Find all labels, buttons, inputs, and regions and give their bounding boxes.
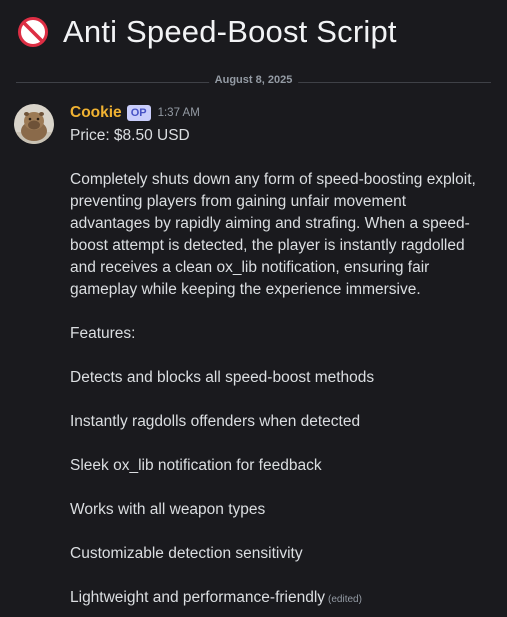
feature-item: Detects and blocks all speed-boost metho… <box>70 369 375 386</box>
capybara-avatar-image <box>14 104 54 144</box>
feature-item: Works with all weapon types <box>70 501 266 518</box>
feature-item-text: Lightweight and performance-friendly <box>70 589 326 606</box>
date-divider-label: August 8, 2025 <box>208 74 299 86</box>
thread-title: Anti Speed-Boost Script <box>63 14 397 49</box>
feature-item-last: Lightweight and performance-friendly (edi… <box>70 587 490 611</box>
op-badge: OP <box>126 105 151 121</box>
feature-item: Customizable detection sensitivity <box>70 545 303 562</box>
price-text: Price: $8.50 USD <box>70 127 190 144</box>
author-name[interactable]: Cookie <box>70 104 122 122</box>
feature-item: Instantly ragdolls offenders when detect… <box>70 413 361 430</box>
features-heading: Features: <box>70 325 136 342</box>
edited-label: (edited) <box>328 594 362 605</box>
feature-item: Sleek ox_lib notification for feedback <box>70 457 322 474</box>
message-timestamp[interactable]: 1:37 AM <box>158 107 200 119</box>
avatar[interactable] <box>14 104 54 144</box>
message-header: Cookie OP 1:37 AM <box>70 104 200 122</box>
message-content: Price: $8.50 USD Completely shuts down a… <box>70 125 490 611</box>
no-entry-icon <box>18 17 48 47</box>
thread-header: Anti Speed-Boost Script <box>18 12 397 52</box>
description-text: Completely shuts down any form of speed-… <box>70 171 476 298</box>
